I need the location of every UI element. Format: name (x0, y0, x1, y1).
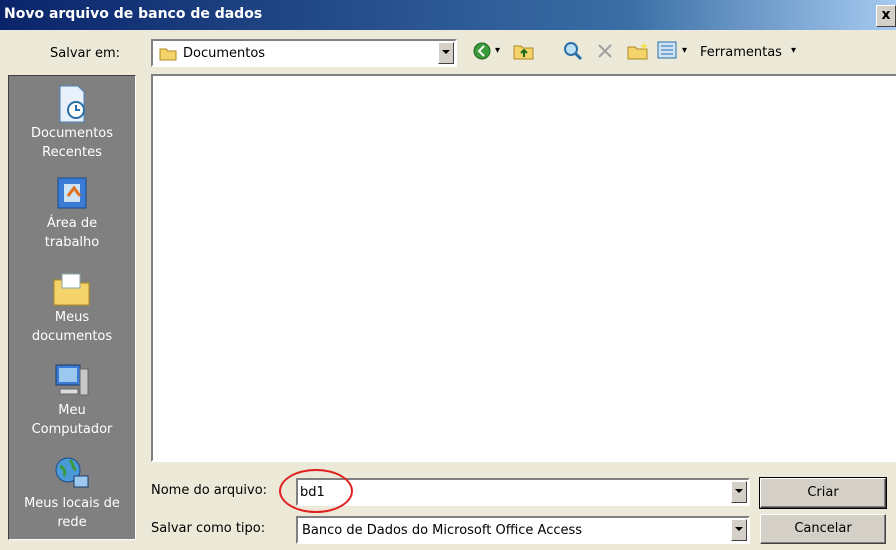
filename-label: Nome do arquivo: (151, 483, 268, 498)
delete-button[interactable] (595, 41, 617, 63)
tools-menu[interactable]: Ferramentas (700, 45, 782, 60)
place-label: documentos (31, 329, 113, 344)
recent-documents-icon (9, 84, 135, 124)
place-label: Recentes (42, 145, 102, 160)
place-network[interactable]: Meus locais de rede (9, 454, 135, 532)
up-folder-button[interactable] (513, 41, 535, 63)
save-in-value: Documentos (183, 46, 266, 61)
save-in-dropdown[interactable]: Documentos (151, 39, 457, 67)
place-label: rede (57, 515, 87, 530)
filetype-dropdown[interactable]: Banco de Dados do Microsoft Office Acces… (296, 516, 750, 544)
place-label: trabalho (44, 235, 100, 250)
my-documents-icon (9, 268, 135, 308)
desktop-icon (9, 174, 135, 214)
back-dropdown-icon[interactable]: ▾ (495, 45, 500, 56)
place-my-documents[interactable]: Meus documentos (9, 268, 135, 346)
place-label: Documentos (30, 126, 114, 141)
save-in-label: Salvar em: (50, 46, 121, 61)
chevron-down-icon[interactable] (731, 481, 747, 503)
my-computer-icon (9, 361, 135, 401)
place-my-computer[interactable]: Meu Computador (9, 361, 135, 439)
new-folder-button[interactable] (627, 41, 649, 63)
search-web-button[interactable] (563, 41, 585, 63)
views-dropdown-icon[interactable]: ▾ (682, 45, 687, 56)
cancel-button[interactable]: Cancelar (760, 514, 886, 544)
place-label: Área de (46, 216, 98, 231)
network-places-icon (9, 454, 135, 494)
highlight-annotation (279, 469, 353, 513)
chevron-down-icon[interactable] (731, 519, 747, 541)
views-button[interactable] (657, 41, 679, 63)
window-title: Novo arquivo de banco de dados (4, 6, 263, 22)
filetype-label: Salvar como tipo: (151, 521, 266, 536)
filename-input[interactable]: bd1 (296, 478, 750, 506)
place-label: Meu (58, 403, 86, 418)
folder-icon (159, 47, 177, 65)
place-label: Meus (54, 310, 90, 325)
place-recent-documents[interactable]: Documentos Recentes (9, 84, 135, 162)
place-label: Computador (31, 422, 113, 437)
create-button[interactable]: Criar (759, 477, 887, 509)
chevron-down-icon[interactable] (438, 42, 454, 64)
place-label: Meus locais de (24, 496, 120, 511)
title-bar: Novo arquivo de banco de dados x (0, 0, 896, 30)
back-button[interactable] (472, 41, 494, 63)
place-desktop[interactable]: Área de trabalho (9, 174, 135, 252)
close-button[interactable]: x (876, 5, 896, 27)
file-list[interactable] (151, 74, 896, 462)
tools-dropdown-icon[interactable]: ▾ (791, 45, 796, 56)
places-bar: Documentos Recentes Área de trabalho Meu… (8, 75, 136, 540)
filetype-value: Banco de Dados do Microsoft Office Acces… (302, 523, 583, 538)
